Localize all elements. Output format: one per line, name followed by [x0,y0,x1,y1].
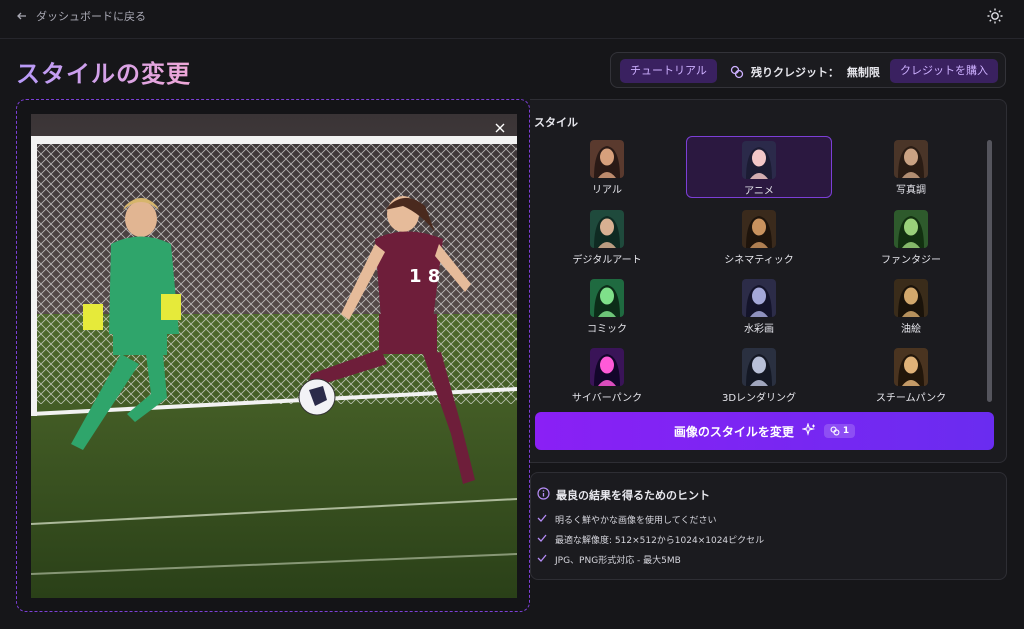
style-thumbnail [894,140,928,178]
tip-item: JPG、PNG形式対応 - 最大5MB [537,553,681,566]
style-option-label: 3Dレンダリング [721,393,797,404]
back-to-dashboard-link[interactable]: ダッシュボードに戻る [16,8,146,24]
style-option[interactable]: リアル [534,136,680,198]
tips-panel: 最良の結果を得るためのヒント 明るく鮮やかな画像を使用してください 最適な解像度… [530,472,1007,580]
coins-icon [730,64,744,83]
credit-cost-value: 1 [842,426,850,436]
style-option-label: ファンタジー [881,255,941,266]
style-thumbnail [742,141,776,179]
style-option-label: シネマティック [724,255,794,266]
style-grid: リアル アニメ 写真調デジタルアート シネマティック ファンタジーコミック 水彩画 油絵サイ… [530,136,980,404]
style-thumbnail [590,279,624,317]
uploaded-image: 1 8 [31,114,517,598]
style-option[interactable]: アニメ [686,136,832,198]
style-thumbnail [894,210,928,248]
credit-bar: チュートリアル 残りクレジット： 無制限 クレジットを購入 [610,52,1006,88]
style-option-label: サイバーパンク [571,393,643,404]
style-section-label: スタイル [534,116,578,129]
style-option[interactable]: 3Dレンダリング [686,344,832,406]
check-icon [537,513,547,526]
style-thumbnail [590,210,624,248]
style-option-label: 水彩画 [744,324,774,335]
remaining-credits-value: 無制限 [846,66,880,79]
tip-text: 明るく鮮やかな画像を使用してください [555,516,717,526]
style-option[interactable]: サイバーパンク [534,344,680,406]
style-thumbnail [742,279,776,317]
close-icon[interactable] [493,120,507,134]
style-option-label: スチームパンク [875,393,947,404]
remaining-credits-label: 残りクレジット： [751,66,839,79]
style-option[interactable]: ファンタジー [838,206,984,268]
tutorial-button[interactable]: チュートリアル [620,59,717,83]
style-option-label: コミック [587,324,627,335]
style-option[interactable]: デジタルアート [534,206,680,268]
credit-cost-badge: 1 [823,424,856,438]
check-icon [537,533,547,546]
check-icon [537,553,547,566]
back-label: ダッシュボードに戻る [36,10,146,23]
style-option[interactable]: 水彩画 [686,275,832,337]
style-thumbnail [894,279,928,317]
style-option-label: リアル [592,185,622,196]
style-thumbnail [590,348,624,386]
style-option[interactable]: シネマティック [686,206,832,268]
style-option[interactable]: スチームパンク [838,344,984,406]
style-option-label: デジタルアート [572,255,642,266]
tip-text: JPG、PNG形式対応 - 最大5MB [555,556,681,566]
coins-icon [830,426,840,436]
style-thumbnail [894,348,928,386]
page-title: スタイルの変更 [16,54,191,89]
apply-style-label: 画像のスタイルを変更 [673,424,794,439]
arrow-left-icon [16,10,28,22]
tip-text: 最適な解像度: 512×512から1024×1024ピクセル [555,536,765,546]
style-grid-scrollbar[interactable] [987,140,992,402]
style-option-label: 写真調 [896,185,926,196]
apply-style-button[interactable]: 画像のスタイルを変更 1 [535,412,994,450]
style-thumbnail [742,210,776,248]
style-option[interactable]: コミック [534,275,680,337]
buy-credits-button[interactable]: クレジットを購入 [890,59,998,83]
image-upload-area[interactable]: 1 8 [16,99,530,612]
remaining-credits: 残りクレジット： 無制限 [751,64,880,80]
sun-icon[interactable] [986,7,1004,25]
tips-heading: 最良の結果を得るためのヒント [537,487,710,503]
style-option-label: アニメ [744,186,774,197]
sparkle-icon [800,421,816,440]
top-bar: ダッシュボードに戻る [0,0,1024,39]
info-icon [537,487,550,503]
style-option[interactable]: 油絵 [838,275,984,337]
style-thumbnail [742,348,776,386]
tip-item: 明るく鮮やかな画像を使用してください [537,513,716,526]
style-option-label: 油絵 [901,324,921,335]
style-panel: スタイル リアル アニメ 写真調デジタルアート シネマティック ファンタジーコミック 水彩… [530,99,1007,463]
style-thumbnail [590,140,624,178]
tip-item: 最適な解像度: 512×512から1024×1024ピクセル [537,533,764,546]
tips-heading-text: 最良の結果を得るためのヒント [556,489,710,502]
style-option[interactable]: 写真調 [838,136,984,198]
svg-text:1 8: 1 8 [409,266,440,287]
